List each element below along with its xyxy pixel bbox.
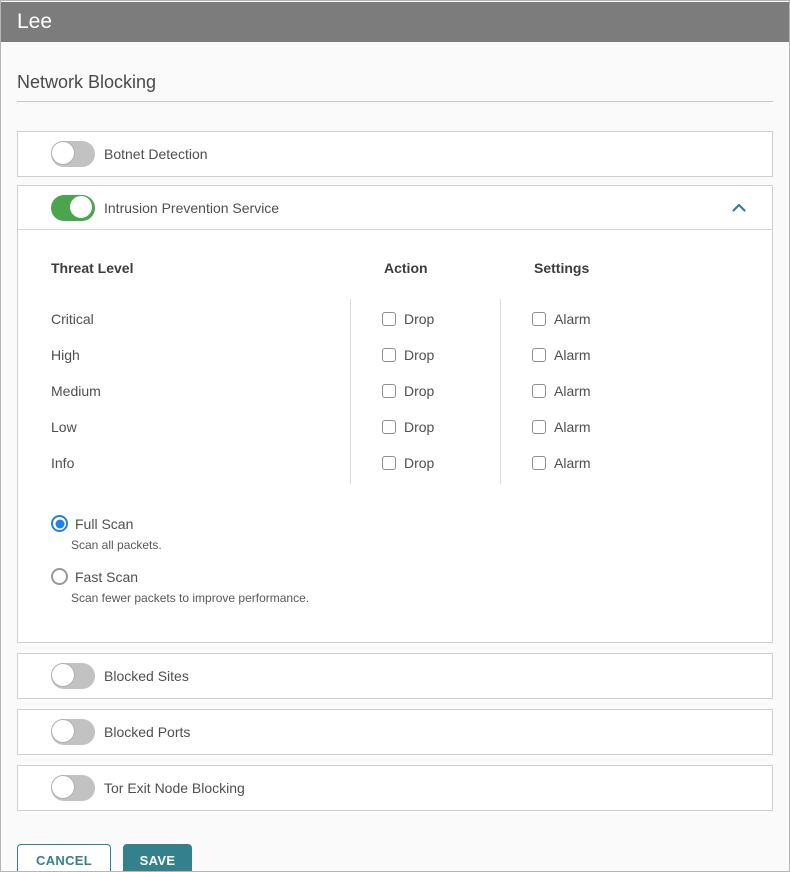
panel-blocked-sites: Blocked Sites (17, 653, 773, 699)
threat-table-header: Threat Level Action Settings (51, 260, 756, 280)
drop-label: Drop (404, 347, 434, 363)
toggle-knob (51, 663, 75, 687)
tor-exit-node-blocking-toggle[interactable] (51, 775, 95, 801)
alarm-label: Alarm (554, 455, 591, 471)
alarm-checkbox-low[interactable] (532, 420, 546, 434)
action-column: Drop Drop Drop Drop Drop (350, 299, 500, 484)
full-scan-label: Full Scan (75, 516, 133, 532)
intrusion-prevention-toggle[interactable] (51, 195, 95, 221)
fast-scan-label: Fast Scan (75, 569, 138, 585)
fast-scan-option: Fast Scan (51, 568, 756, 585)
drop-checkbox-critical[interactable] (382, 312, 396, 326)
network-blocking-page: Lee Network Blocking Botnet Detection In… (0, 0, 790, 872)
column-header-threat-level: Threat Level (51, 260, 350, 280)
drop-checkbox-low[interactable] (382, 420, 396, 434)
alarm-label: Alarm (554, 383, 591, 399)
save-button[interactable]: SAVE (123, 844, 192, 872)
blocked-ports-label: Blocked Ports (104, 724, 190, 740)
panel-tor-exit-node-blocking: Tor Exit Node Blocking (17, 765, 773, 811)
blocked-sites-toggle[interactable] (51, 663, 95, 689)
column-header-settings: Settings (500, 260, 756, 280)
panel-botnet-detection: Botnet Detection (17, 131, 773, 177)
alarm-label: Alarm (554, 419, 591, 435)
alarm-checkbox-critical[interactable] (532, 312, 546, 326)
window-title: Lee (17, 10, 52, 34)
fast-scan-description: Scan fewer packets to improve performanc… (71, 591, 756, 605)
intrusion-prevention-settings: Threat Level Action Settings Critical Hi… (18, 260, 772, 642)
toggle-knob (51, 775, 75, 799)
page-content: Network Blocking Botnet Detection Intrus… (1, 72, 789, 872)
toggle-knob (51, 719, 75, 743)
toggle-knob (69, 195, 93, 219)
footer-actions: CANCEL SAVE (17, 844, 773, 872)
window-titlebar: Lee (1, 2, 789, 42)
page-title: Network Blocking (17, 72, 773, 102)
drop-label: Drop (404, 455, 434, 471)
alarm-checkbox-high[interactable] (532, 348, 546, 362)
botnet-detection-label: Botnet Detection (104, 146, 208, 162)
fast-scan-radio[interactable] (51, 568, 68, 585)
full-scan-radio[interactable] (51, 515, 68, 532)
toggle-knob (51, 141, 75, 165)
threat-level-medium: Medium (51, 373, 350, 409)
settings-column: Alarm Alarm Alarm Alarm Alarm (500, 299, 756, 484)
alarm-label: Alarm (554, 347, 591, 363)
full-scan-option: Full Scan (51, 515, 756, 532)
chevron-up-icon[interactable] (732, 203, 746, 212)
tor-exit-node-blocking-label: Tor Exit Node Blocking (104, 780, 245, 796)
blocked-ports-toggle[interactable] (51, 719, 95, 745)
threat-level-info: Info (51, 445, 350, 481)
threat-table-body: Critical High Medium Low Info Drop Drop … (51, 299, 756, 484)
panel-blocked-ports: Blocked Ports (17, 709, 773, 755)
column-header-action: Action (350, 260, 500, 280)
intrusion-prevention-label: Intrusion Prevention Service (104, 200, 279, 216)
alarm-label: Alarm (554, 311, 591, 327)
drop-label: Drop (404, 383, 434, 399)
threat-level-high: High (51, 337, 350, 373)
blocked-sites-label: Blocked Sites (104, 668, 189, 684)
panel-intrusion-prevention: Intrusion Prevention Service Threat Leve… (17, 185, 773, 643)
cancel-button[interactable]: CANCEL (17, 844, 111, 872)
full-scan-description: Scan all packets. (71, 538, 756, 552)
alarm-checkbox-info[interactable] (532, 456, 546, 470)
alarm-checkbox-medium[interactable] (532, 384, 546, 398)
drop-label: Drop (404, 311, 434, 327)
threat-level-column: Critical High Medium Low Info (51, 299, 350, 484)
drop-checkbox-info[interactable] (382, 456, 396, 470)
threat-level-low: Low (51, 409, 350, 445)
botnet-detection-toggle[interactable] (51, 141, 95, 167)
drop-checkbox-high[interactable] (382, 348, 396, 362)
threat-level-critical: Critical (51, 301, 350, 337)
drop-label: Drop (404, 419, 434, 435)
drop-checkbox-medium[interactable] (382, 384, 396, 398)
